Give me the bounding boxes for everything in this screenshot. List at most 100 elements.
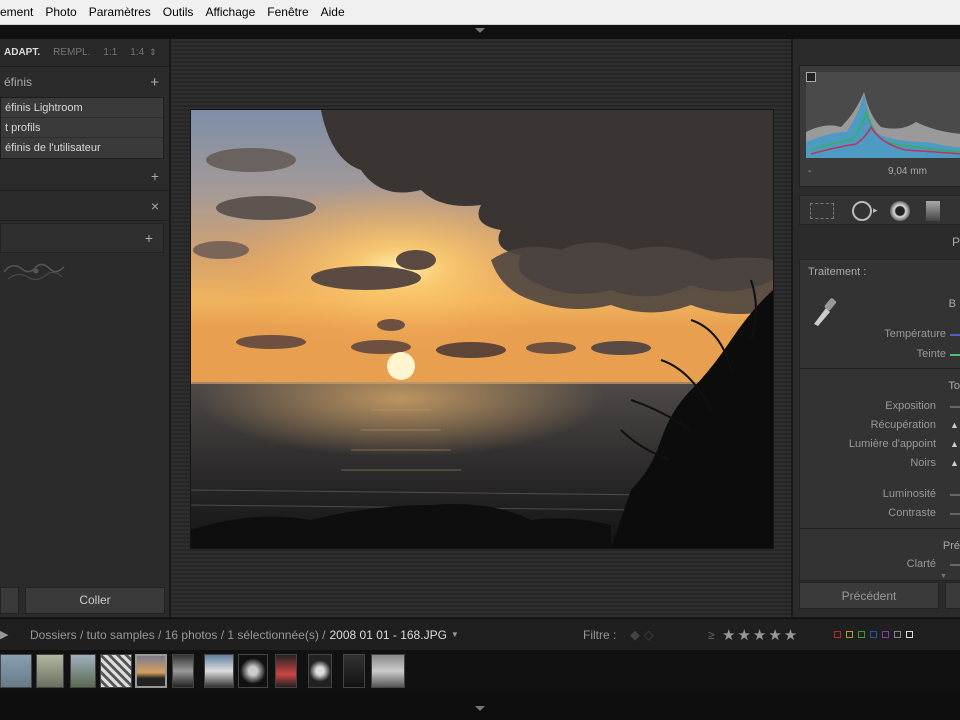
paste-button[interactable]: Coller [25,586,165,614]
menu-view[interactable]: Affichage [199,5,261,19]
zoom-1-1[interactable]: 1:1 [103,47,117,58]
right-panel: - 9,04 mm ▸ P Traitement : B Température… [792,39,960,617]
thumbnail[interactable] [308,654,332,688]
brightness-slider[interactable] [950,494,960,496]
blacks-label: Noirs [910,457,936,469]
previous-bar: Précédent [799,582,960,612]
exposure-label: Exposition [885,400,936,412]
tint-label: Teinte [916,348,946,360]
rating-filter-operator[interactable]: ≥ [708,628,715,642]
crop-overlay-icon[interactable] [810,203,834,219]
thumbnail[interactable] [371,654,405,688]
panel-title-partial: P [951,235,960,249]
color-label-filter-1[interactable] [846,631,853,638]
thumbnail[interactable] [238,654,268,688]
thumbnail[interactable] [36,654,64,688]
temperature-slider[interactable] [950,334,960,336]
menu-tools[interactable]: Outils [157,5,200,19]
red-eye-icon[interactable] [890,201,910,221]
add-collection-icon[interactable]: + [145,230,153,246]
focal-length: 9,04 mm [888,166,927,177]
rating-filter-stars[interactable]: ★★★★★ [722,626,799,644]
histogram-panel: - 9,04 mm [799,65,960,187]
menu-edit[interactable]: ement [0,5,39,19]
exposure-slider[interactable] [950,406,960,408]
add-snapshot-icon[interactable]: + [151,168,159,184]
thumbnail[interactable] [0,654,32,688]
preset-folder-profiles[interactable]: t profils [1,118,163,138]
breadcrumb[interactable]: Dossiers / tuto samples / 16 photos / 1 … [30,628,325,642]
thumbnail[interactable] [275,654,297,688]
menu-settings[interactable]: Paramètres [83,5,157,19]
filter-label: Filtre : [583,627,617,642]
thumbnail[interactable] [70,654,96,688]
menu-help[interactable]: Aide [315,5,351,19]
collections-header[interactable]: + [0,223,164,253]
zoom-1-4[interactable]: 1:4 [130,47,144,58]
recovery-label: Récupération [870,419,936,431]
color-label-filter-2[interactable] [858,631,865,638]
shadow-clipping-icon[interactable] [806,72,816,82]
basic-divider [800,368,960,369]
thumbnail-selected[interactable] [135,654,167,688]
fill-light-clip-icon[interactable]: ▲ [950,439,959,449]
color-label-filter-0[interactable] [834,631,841,638]
previous-button[interactable]: Précédent [799,582,939,609]
thumbnail[interactable] [343,654,365,688]
flag-filter-icons[interactable]: ◆ ◇ [630,627,654,643]
presets-title: éfinis [4,75,33,89]
zoom-stepper-icon[interactable]: ⇕ [149,47,157,58]
menu-photo[interactable]: Photo [39,5,82,19]
top-panel-toggle-strip [0,25,960,39]
white-balance-picker-icon[interactable] [810,294,838,328]
copy-button[interactable] [0,586,19,614]
snapshots-header[interactable]: + [0,161,169,191]
top-panel-toggle-icon[interactable] [475,28,485,33]
navigator-zoom-row: ADAPT. REMPL. 1:1 1:4 ⇕ [0,39,169,67]
treatment-label: Traitement : [808,266,867,278]
preset-folder-lightroom[interactable]: éfinis Lightroom [1,98,163,118]
menu-window[interactable]: Fenêtre [261,5,314,19]
current-filename[interactable]: 2008 01 01 - 168.JPG [329,628,446,642]
history-header[interactable]: × [0,191,169,221]
scroll-down-icon[interactable]: ▼ [940,573,947,580]
color-label-filter-4[interactable] [882,631,889,638]
preset-folder-user[interactable]: éfinis de l'utilisateur [1,138,163,158]
contrast-slider[interactable] [950,513,960,515]
tint-slider[interactable] [950,354,960,356]
bottom-panel-toggle-icon[interactable] [475,706,485,711]
color-label-filter-5[interactable] [894,631,901,638]
thumbnail[interactable] [204,654,234,688]
recovery-clip-icon[interactable]: ▲ [950,420,959,430]
treatment-value[interactable]: B [949,298,956,310]
clear-history-icon[interactable]: × [151,198,159,214]
zoom-fill[interactable]: REMPL. [53,47,90,58]
tone-header: To [948,380,960,392]
clarity-label: Clarté [906,558,936,570]
thumbnail[interactable] [100,654,132,688]
spot-removal-arrow-icon: ▸ [873,205,878,215]
graduated-filter-icon[interactable] [926,201,940,221]
reset-button[interactable] [945,582,960,609]
brightness-label: Luminosité [882,488,936,500]
clarity-slider[interactable] [950,564,960,566]
color-label-filter-6[interactable] [906,631,913,638]
thumbnail[interactable] [172,654,194,688]
presence-header: Pré [942,540,960,552]
blacks-clip-icon[interactable]: ▲ [950,458,959,468]
color-label-filter-3[interactable] [870,631,877,638]
bottom-panel-toggle-strip [0,692,960,720]
presets-header[interactable]: éfinis + [0,67,169,97]
add-preset-icon[interactable]: + [150,74,159,91]
left-panel: ADAPT. REMPL. 1:1 1:4 ⇕ éfinis + éfinis … [0,39,170,617]
color-label-filters[interactable] [834,631,913,638]
filmstrip-nav-arrow-icon[interactable]: ▶ [0,628,12,641]
preset-list: éfinis Lightroom t profils éfinis de l'u… [0,97,164,159]
filename-dropdown-icon[interactable]: ▼ [451,630,459,639]
basic-panel: Traitement : B Température Teinte To Exp… [799,259,960,581]
sunset-photo[interactable] [191,110,773,548]
panel-end-ornament [0,257,169,290]
spot-removal-icon[interactable] [852,201,872,221]
zoom-fit[interactable]: ADAPT. [4,47,40,58]
fill-light-label: Lumière d'appoint [848,438,936,450]
